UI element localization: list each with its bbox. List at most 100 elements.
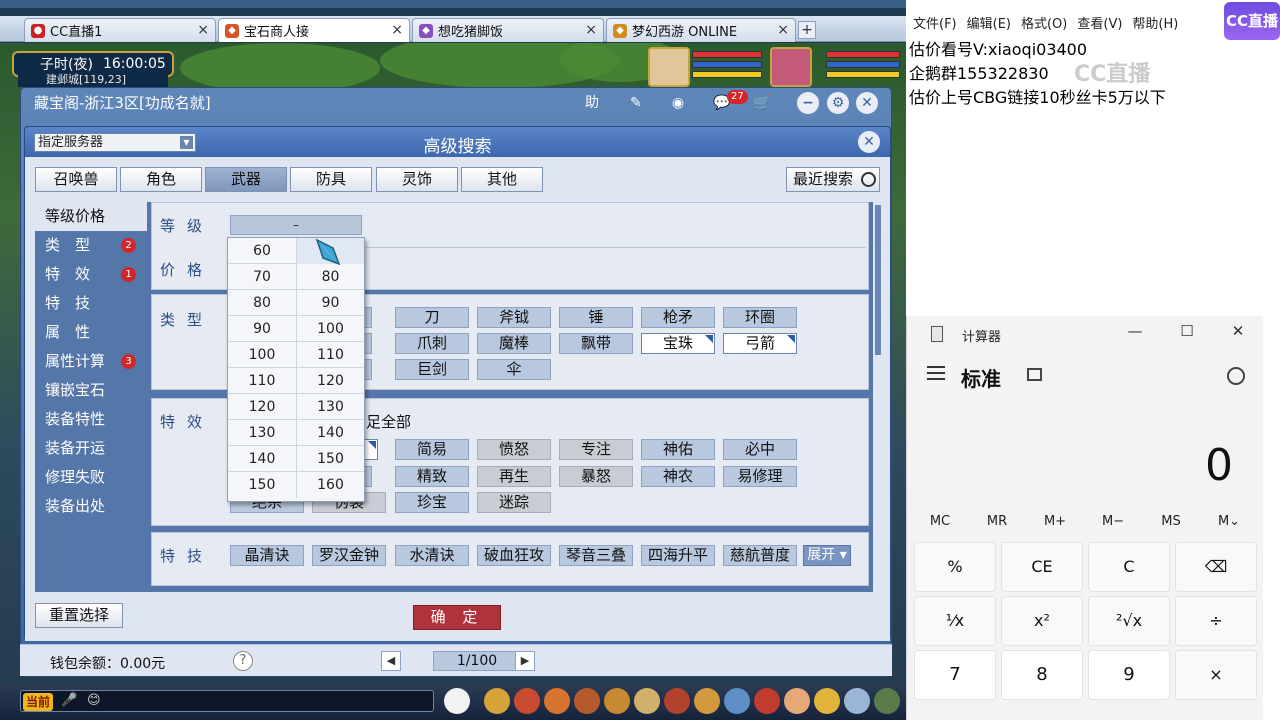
trade-icon[interactable] bbox=[574, 688, 600, 714]
stop-icon[interactable]: ◉ bbox=[667, 92, 689, 114]
confirm-button[interactable]: 确 定 bbox=[413, 605, 501, 630]
friend-icon[interactable] bbox=[724, 688, 750, 714]
nav-type[interactable]: 类 型 2 bbox=[35, 231, 147, 260]
level-min-option[interactable]: 120 bbox=[228, 394, 296, 420]
memory-recall-button[interactable]: MR bbox=[969, 514, 1025, 529]
effect-chip-jingzhi[interactable]: 精致 bbox=[395, 466, 469, 487]
nav-equip-source[interactable]: 装备出处 bbox=[35, 492, 147, 521]
category-weapon[interactable]: 武器 bbox=[205, 167, 287, 192]
category-armor[interactable]: 防具 bbox=[290, 167, 372, 192]
nav-attr-calc[interactable]: 属性计算 3 bbox=[35, 347, 147, 376]
satisfy-all-option[interactable]: 足全部 bbox=[366, 411, 411, 432]
skill-chip[interactable]: 水清诀 bbox=[395, 545, 469, 566]
menu-file[interactable]: 文件(F) bbox=[913, 13, 957, 32]
type-chip-mobang[interactable]: 魔棒 bbox=[477, 333, 551, 354]
nav-skill[interactable]: 特 技 bbox=[35, 289, 147, 318]
reward-icon[interactable] bbox=[814, 688, 840, 714]
memory-list-button[interactable]: M⌄ bbox=[1201, 514, 1257, 529]
prev-page-button[interactable]: ◀ bbox=[381, 651, 401, 671]
skill-chip[interactable]: 晶清诀 bbox=[230, 545, 304, 566]
level-max-option[interactable]: 140 bbox=[296, 420, 364, 446]
category-other[interactable]: 其他 bbox=[461, 167, 543, 192]
menu-format[interactable]: 格式(O) bbox=[1021, 13, 1067, 32]
skill-chip[interactable]: 琴音三叠 bbox=[559, 545, 633, 566]
close-icon[interactable]: ✕ bbox=[1226, 322, 1250, 344]
team-icon[interactable] bbox=[604, 688, 630, 714]
give-icon[interactable] bbox=[544, 688, 570, 714]
close-icon[interactable]: × bbox=[777, 22, 789, 38]
reciprocal-key[interactable]: ¹⁄x bbox=[914, 596, 996, 646]
category-role[interactable]: 角色 bbox=[120, 167, 202, 192]
history-icon[interactable] bbox=[1227, 367, 1245, 385]
shop-icon[interactable] bbox=[784, 688, 810, 714]
map-icon[interactable] bbox=[874, 688, 900, 714]
level-min-option[interactable]: 70 bbox=[228, 264, 296, 290]
chat-input[interactable]: 当前 🎤 😊 bbox=[20, 690, 434, 712]
close-icon[interactable]: × bbox=[197, 22, 209, 38]
level-max-option[interactable]: 160 bbox=[296, 472, 364, 498]
level-max-option[interactable]: 90 bbox=[296, 290, 364, 316]
level-range-input[interactable]: – bbox=[230, 215, 362, 235]
nav-level-price[interactable]: 等级价格 bbox=[35, 202, 147, 231]
item-icon[interactable] bbox=[514, 688, 540, 714]
mic-icon[interactable]: 🎤 bbox=[61, 693, 77, 708]
help-button[interactable]: 助 bbox=[581, 92, 603, 114]
backspace-key[interactable]: ⌫ bbox=[1175, 542, 1257, 592]
nav-effect[interactable]: 特 效 1 bbox=[35, 260, 147, 289]
level-max-option[interactable]: 100 bbox=[296, 316, 364, 342]
system-icon[interactable] bbox=[844, 688, 870, 714]
effect-chip-yixiuli[interactable]: 易修理 bbox=[723, 466, 797, 487]
reset-button[interactable]: 重置选择 bbox=[35, 603, 123, 628]
attack-icon[interactable] bbox=[484, 688, 510, 714]
level-max-option[interactable]: 150 bbox=[296, 446, 364, 472]
close-icon[interactable]: × bbox=[391, 22, 403, 38]
close-icon[interactable]: ✕ bbox=[856, 92, 878, 114]
quest-icon[interactable] bbox=[664, 688, 690, 714]
type-chip-zhaoci[interactable]: 爪刺 bbox=[395, 333, 469, 354]
close-icon[interactable]: × bbox=[585, 22, 597, 38]
clear-key[interactable]: C bbox=[1088, 542, 1170, 592]
nav-equip-trait[interactable]: 装备特性 bbox=[35, 405, 147, 434]
effect-chip-shenyou[interactable]: 神佑 bbox=[641, 439, 715, 460]
type-chip-chui[interactable]: 锤 bbox=[559, 307, 633, 328]
hamburger-icon[interactable] bbox=[927, 366, 945, 380]
nav-equip-luck[interactable]: 装备开运 bbox=[35, 434, 147, 463]
level-min-option[interactable]: 100 bbox=[228, 342, 296, 368]
type-chip-dao[interactable]: 刀 bbox=[395, 307, 469, 328]
nav-attribute[interactable]: 属 性 bbox=[35, 318, 147, 347]
digit-8-key[interactable]: 8 bbox=[1001, 650, 1083, 700]
clear-entry-key[interactable]: CE bbox=[1001, 542, 1083, 592]
skill-chip[interactable]: 慈航普度 bbox=[723, 545, 797, 566]
type-chip-jujian[interactable]: 巨剑 bbox=[395, 359, 469, 380]
content-scrollbar[interactable] bbox=[875, 205, 881, 355]
nav-repair-fail[interactable]: 修理失败 bbox=[35, 463, 147, 492]
skill-icon[interactable] bbox=[634, 688, 660, 714]
level-max-option[interactable]: 110 bbox=[296, 342, 364, 368]
effect-chip-zhenbao[interactable]: 珍宝 bbox=[395, 492, 469, 513]
pet-avatar[interactable] bbox=[648, 47, 690, 87]
effect-chip-zaisheng[interactable]: 再生 bbox=[477, 466, 551, 487]
digit-7-key[interactable]: 7 bbox=[914, 650, 996, 700]
level-min-option[interactable]: 60 bbox=[228, 238, 296, 264]
level-max-option[interactable]: 120 bbox=[296, 368, 364, 394]
skill-chip[interactable]: 四海升平 bbox=[641, 545, 715, 566]
level-min-option[interactable]: 150 bbox=[228, 472, 296, 498]
type-chip-piaodai[interactable]: 飘带 bbox=[559, 333, 633, 354]
level-max-option[interactable]: 130 bbox=[296, 394, 364, 420]
maximize-icon[interactable]: ☐ bbox=[1175, 322, 1199, 344]
expand-button[interactable]: 展开 ▾ bbox=[803, 545, 851, 566]
menu-help[interactable]: 帮助(H) bbox=[1132, 13, 1178, 32]
memory-clear-button[interactable]: MC bbox=[912, 514, 968, 529]
cart-icon[interactable]: 🛒 bbox=[751, 92, 773, 114]
tab-pork-rice[interactable]: ◆ 想吃猪脚饭 × bbox=[412, 18, 604, 42]
next-page-button[interactable]: ▶ bbox=[515, 651, 535, 671]
skill-chip[interactable]: 罗汉金钟 bbox=[312, 545, 386, 566]
type-chip-huanquan[interactable]: 环圈 bbox=[723, 307, 797, 328]
edit-icon[interactable]: ✎ bbox=[625, 92, 647, 114]
percent-key[interactable]: % bbox=[914, 542, 996, 592]
server-select[interactable]: 指定服务器 ▼ bbox=[34, 133, 196, 152]
pet-icon[interactable] bbox=[444, 688, 470, 714]
emoji-icon[interactable]: 😊 bbox=[87, 693, 101, 708]
menu-view[interactable]: 查看(V) bbox=[1077, 13, 1122, 32]
category-accessory[interactable]: 灵饰 bbox=[376, 167, 458, 192]
